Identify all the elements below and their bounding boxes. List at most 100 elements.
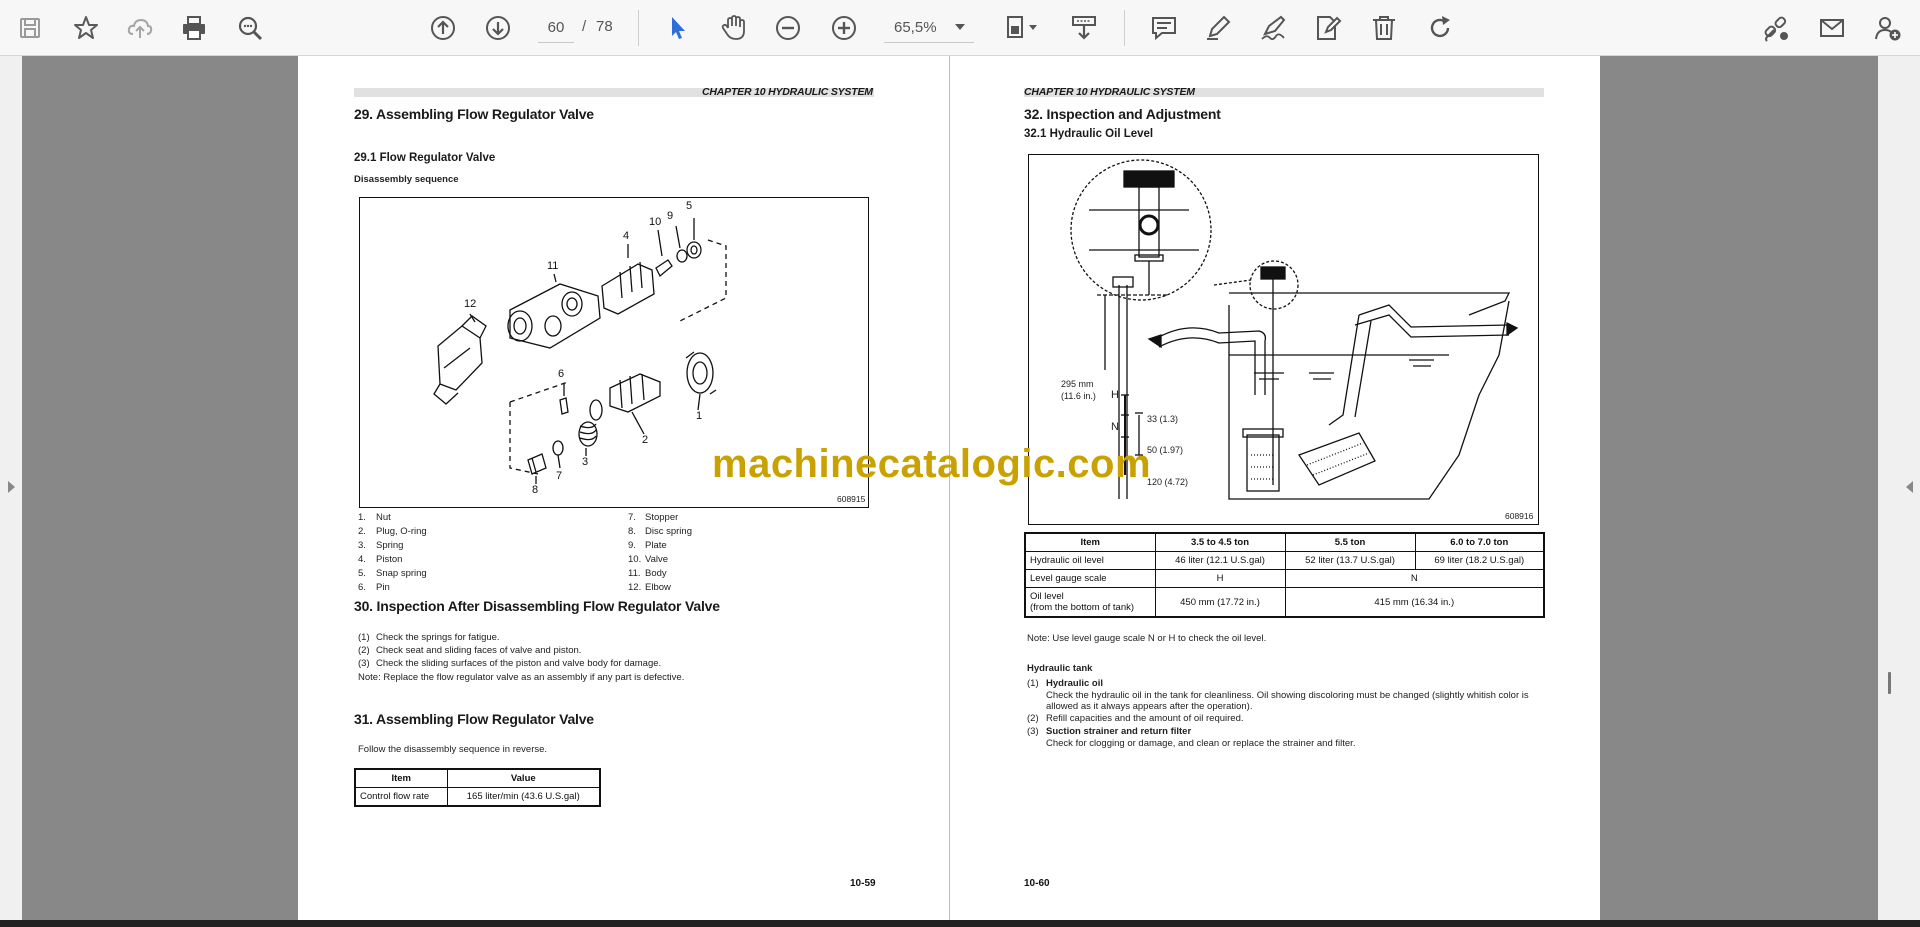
callout-2: 2 [642, 434, 649, 446]
previous-page-button[interactable] [425, 10, 461, 46]
rotate-button[interactable] [1422, 10, 1458, 46]
list-text: Check seat and sliding faces of valve an… [376, 645, 582, 656]
zoom-dropdown[interactable]: 65,5% [884, 13, 974, 43]
add-user-icon [1875, 17, 1901, 41]
part-name: Spring [376, 540, 404, 551]
part-name: Plug, O-ring [376, 526, 427, 537]
print-button[interactable] [176, 10, 212, 46]
table-cell: 46 liter (12.1 U.S.gal) [1154, 551, 1286, 570]
highlight-button[interactable] [1200, 10, 1236, 46]
edit-pdf-button[interactable] [1310, 10, 1346, 46]
chapter-header: CHAPTER 10 HYDRAULIC SYSTEM [702, 86, 873, 98]
page-number-input[interactable] [538, 13, 574, 43]
table-cell: H [1154, 569, 1286, 588]
callout-7: 7 [556, 470, 563, 482]
part-name: Disc spring [645, 526, 692, 537]
note-text: Note: Replace the flow regulator valve a… [358, 672, 685, 683]
edit-document-icon [1317, 16, 1342, 40]
upload-button[interactable] [122, 10, 158, 46]
table-header: 6.0 to 7.0 ton [1414, 532, 1545, 552]
callout-12: 12 [464, 298, 477, 310]
list-text: Check for clogging or damage, and clean … [1046, 738, 1356, 749]
chapter-header: CHAPTER 10 HYDRAULIC SYSTEM [1024, 86, 1195, 98]
table-header: Value [446, 768, 601, 788]
cell-line: Oil level [1030, 591, 1064, 602]
list-num: (3) [358, 658, 370, 669]
save-button[interactable] [12, 10, 48, 46]
add-user-button[interactable] [1870, 10, 1906, 46]
pdf-page-left: CHAPTER 10 HYDRAULIC SYSTEM 29. Assembli… [298, 56, 949, 920]
list-text: Check the springs for fatigue. [376, 632, 500, 643]
zoom-level: 65,5% [894, 19, 937, 36]
part-name: Snap spring [376, 568, 427, 579]
expand-left-arrow-icon[interactable] [6, 480, 16, 494]
left-panel-toggle[interactable] [0, 56, 22, 920]
save-icon [20, 18, 40, 38]
bookmark-button[interactable] [68, 10, 104, 46]
page-fit-button[interactable] [1000, 10, 1046, 46]
page-number: 10-60 [1024, 878, 1050, 889]
page-fit-icon [1007, 16, 1037, 38]
sign-pen-icon [1261, 15, 1286, 41]
list-num: (2) [358, 645, 370, 656]
right-panel-toggle[interactable] [1878, 56, 1920, 920]
bottom-bar [0, 920, 1920, 927]
table-header: Item [1024, 532, 1156, 552]
comment-button[interactable] [1146, 10, 1182, 46]
download-button[interactable] [1066, 10, 1102, 46]
email-icon [1820, 19, 1844, 37]
share-link-button[interactable] [1758, 10, 1794, 46]
list-num: (2) [1027, 713, 1039, 724]
rotate-icon [1430, 16, 1450, 38]
table-cell: Oil level (from the bottom of tank) [1024, 587, 1156, 618]
callout-8: 8 [532, 484, 539, 496]
dim-295-label: 295 mm [1061, 379, 1094, 389]
disassembly-label: Disassembly sequence [354, 174, 459, 185]
callout-9: 9 [667, 210, 674, 222]
table-cell: Level gauge scale [1024, 569, 1156, 588]
subsection-32-1-title: 32.1 Hydraulic Oil Level [1024, 128, 1154, 140]
part-name: Pin [376, 582, 390, 593]
cell-line: (from the bottom of tank) [1030, 602, 1135, 613]
pdf-page-right: CHAPTER 10 HYDRAULIC SYSTEM 32. Inspecti… [950, 56, 1600, 920]
share-link-icon [1764, 16, 1788, 42]
level-h-label: H [1111, 389, 1119, 401]
table-cell: Hydraulic oil level [1024, 551, 1156, 570]
next-page-button[interactable] [480, 10, 516, 46]
section-32-title: 32. Inspection and Adjustment [1024, 106, 1221, 122]
callout-6: 6 [558, 368, 565, 380]
chevron-down-icon [955, 24, 965, 30]
expand-right-arrow-icon[interactable] [1904, 480, 1914, 494]
zoom-out-button[interactable] [770, 10, 806, 46]
dim-120-label: 120 (4.72) [1147, 477, 1189, 487]
comment-icon [1152, 17, 1176, 41]
select-cursor-icon [672, 17, 685, 39]
table-cell: 52 liter (13.7 U.S.gal) [1284, 551, 1416, 570]
zoom-in-button[interactable] [826, 10, 862, 46]
select-tool-button[interactable] [660, 10, 696, 46]
email-button[interactable] [1814, 10, 1850, 46]
list-text: Check the hydraulic oil in the tank for … [1046, 690, 1529, 701]
delete-button[interactable] [1366, 10, 1402, 46]
part-name: Elbow [645, 582, 671, 593]
hand-tool-button[interactable] [715, 10, 751, 46]
callout-4: 4 [623, 230, 630, 242]
zoom-in-icon [832, 16, 856, 40]
download-tray-icon [1072, 16, 1096, 40]
watermark: machinecatalogic.com [712, 442, 1152, 486]
dim-295-inch-label: (11.6 in.) [1061, 391, 1096, 401]
sign-button[interactable] [1255, 10, 1291, 46]
toolbar-divider [638, 10, 639, 46]
scrollbar-thumb[interactable] [1888, 672, 1891, 694]
table-cell: Control flow rate [354, 787, 448, 807]
list-num: (3) [1027, 726, 1039, 737]
part-num: 1. [358, 512, 366, 523]
part-num: 7. [628, 512, 636, 523]
part-num: 6. [358, 582, 366, 593]
table-cell: 165 liter/min (43.6 U.S.gal) [446, 787, 601, 807]
table-header: 3.5 to 4.5 ton [1154, 532, 1286, 552]
list-num: (1) [1027, 678, 1039, 689]
part-num: 11. [628, 568, 641, 579]
find-button[interactable] [232, 10, 268, 46]
upload-cloud-icon [127, 18, 153, 38]
